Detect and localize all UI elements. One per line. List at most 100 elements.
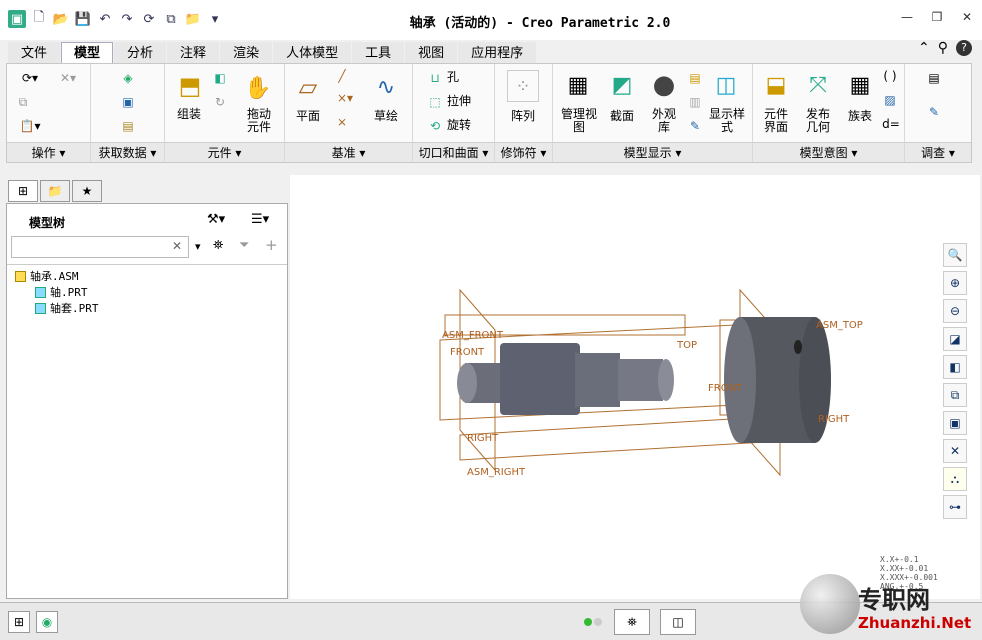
appearance-icon[interactable]: ●: [649, 70, 679, 100]
spin-center-icon[interactable]: ⊶: [943, 495, 967, 519]
coordinate-system-icon[interactable]: ⨯: [333, 114, 351, 130]
annotation-display-icon[interactable]: ⛬: [943, 467, 967, 491]
perspective-icon[interactable]: ✎: [687, 118, 703, 134]
shrinkwrap-icon[interactable]: ▣: [119, 94, 137, 110]
regenerate-icon[interactable]: ⟳: [140, 10, 158, 28]
display-style-button[interactable]: 显示样 式: [707, 108, 747, 134]
tree-item-assembly[interactable]: 轴承.ASM: [15, 268, 79, 284]
folder-browser-tab-icon[interactable]: 📁: [40, 180, 70, 202]
plane-icon[interactable]: ▱: [293, 72, 323, 102]
help-icon[interactable]: ?: [956, 40, 972, 56]
pattern-icon[interactable]: ⁘: [507, 70, 539, 102]
model-player-icon[interactable]: ✎: [925, 104, 943, 120]
copy-geometry-icon[interactable]: ◈: [119, 70, 137, 86]
group-label-cuts-surfaces[interactable]: 切口和曲面 ▾: [413, 142, 494, 162]
refit-icon[interactable]: 🔍: [943, 243, 967, 267]
tab-render[interactable]: 渲染: [220, 42, 273, 64]
search-icon[interactable]: ⚲: [938, 40, 948, 56]
redo-icon[interactable]: ↷: [118, 10, 136, 28]
extrude-button[interactable]: 拉伸: [447, 95, 471, 108]
sketch-icon[interactable]: ∿: [371, 72, 401, 102]
close-icon[interactable]: ✕: [960, 10, 974, 24]
repaint-icon[interactable]: ◪: [943, 327, 967, 351]
hole-button[interactable]: 孔: [447, 71, 459, 84]
parameters-icon[interactable]: ( ): [881, 68, 899, 84]
undo-icon[interactable]: ↶: [96, 10, 114, 28]
merge-icon[interactable]: ▤: [119, 118, 137, 134]
tab-file[interactable]: 文件: [8, 42, 61, 64]
tab-annotate[interactable]: 注释: [167, 42, 220, 64]
regenerate-icon[interactable]: ⟳▾: [15, 70, 45, 86]
browser-toggle-icon[interactable]: ◉: [36, 611, 58, 633]
d-equals-button[interactable]: d=: [881, 118, 901, 131]
display-style-icon[interactable]: ◧: [943, 355, 967, 379]
datum-display-icon[interactable]: ✕: [943, 439, 967, 463]
appearance-gallery-button[interactable]: 外观 库: [645, 108, 683, 134]
axis-icon[interactable]: ╱: [333, 68, 351, 84]
model-tree-tab-icon[interactable]: ⊞: [8, 180, 38, 202]
group-label-operations[interactable]: 操作 ▾: [7, 142, 90, 162]
add-icon[interactable]: +: [265, 236, 278, 254]
drag-component-button[interactable]: 拖动 元件: [239, 108, 279, 134]
zoom-in-icon[interactable]: ⊕: [943, 271, 967, 295]
manage-views-icon[interactable]: ▦: [563, 70, 593, 100]
drag-icon[interactable]: ✋: [243, 72, 273, 104]
saved-orientations-icon[interactable]: ⧉: [943, 383, 967, 407]
copy-icon[interactable]: ⧉: [15, 94, 31, 110]
minimize-icon[interactable]: —: [900, 10, 914, 24]
sketch-button[interactable]: 草绘: [367, 110, 405, 123]
family-table-icon[interactable]: ▦: [845, 70, 875, 100]
relations-icon[interactable]: ▨: [881, 92, 899, 108]
publish-geometry-button[interactable]: 发布 几何: [799, 108, 837, 134]
group-label-model-intent[interactable]: 模型意图 ▾: [753, 142, 904, 162]
revolve-icon[interactable]: ⟲: [427, 118, 443, 134]
save-icon[interactable]: 💾: [74, 10, 92, 28]
create-component-icon[interactable]: ◧: [211, 70, 229, 86]
group-label-modifiers[interactable]: 修饰符 ▾: [495, 142, 552, 162]
pattern-button[interactable]: 阵列: [501, 110, 545, 123]
find-binoculars-icon[interactable]: ⛯: [213, 238, 223, 253]
group-label-model-display[interactable]: 模型显示 ▾: [553, 142, 752, 162]
graphics-window[interactable]: ASM_FRONT FRONT TOP ASM_TOP RIGHT ASM_RI…: [290, 175, 980, 599]
delete-icon[interactable]: ✕▾: [53, 70, 83, 86]
group-label-get-data[interactable]: 获取数据 ▾: [91, 142, 164, 162]
open-icon[interactable]: 📂: [52, 10, 70, 28]
section-icon[interactable]: ◩: [607, 70, 637, 100]
section-button[interactable]: 截面: [605, 110, 639, 123]
manage-views-button[interactable]: 管理视 图: [557, 108, 601, 134]
view-icon[interactable]: ▤: [687, 70, 703, 86]
new-icon[interactable]: 🗋: [30, 10, 48, 28]
hole-icon[interactable]: ⊔: [427, 70, 443, 86]
show-icon[interactable]: ☰▾: [251, 212, 269, 227]
paste-icon[interactable]: 📋▾: [15, 118, 45, 134]
assemble-button[interactable]: 组装: [169, 108, 209, 121]
windows-icon[interactable]: ⧉: [162, 10, 180, 28]
point-icon[interactable]: ×▾: [333, 90, 357, 106]
tab-analysis[interactable]: 分析: [114, 42, 167, 64]
reference-viewer-icon[interactable]: ▤: [925, 70, 943, 86]
display-style-icon[interactable]: ◫: [711, 70, 741, 100]
revolve-button[interactable]: 旋转: [447, 119, 471, 132]
group-label-datum[interactable]: 基准 ▾: [285, 142, 412, 162]
assemble-icon[interactable]: ⬒: [173, 70, 207, 102]
tab-applications[interactable]: 应用程序: [458, 42, 537, 64]
favorites-tab-icon[interactable]: ★: [72, 180, 102, 202]
tab-view[interactable]: 视图: [405, 42, 458, 64]
group-label-investigate[interactable]: 调查 ▾: [905, 142, 971, 162]
navigator-toggle-icon[interactable]: ⊞: [8, 611, 30, 633]
restore-icon[interactable]: ❐: [930, 10, 944, 24]
repeat-icon[interactable]: ↻: [211, 94, 229, 110]
tab-tools[interactable]: 工具: [352, 42, 405, 64]
customize-qat-icon[interactable]: ▾: [206, 10, 224, 28]
close-window-icon[interactable]: 📁: [184, 10, 202, 28]
find-icon[interactable]: ⛯: [614, 609, 650, 635]
component-interface-button[interactable]: 元件 界面: [757, 108, 795, 134]
plane-button[interactable]: 平面: [291, 110, 325, 123]
component-interface-icon[interactable]: ⬓: [761, 70, 791, 100]
scene-icon[interactable]: ▥: [687, 94, 703, 110]
tree-item-shaft[interactable]: 轴.PRT: [35, 284, 88, 300]
selection-filter-icon[interactable]: ◫: [660, 609, 696, 635]
tree-item-bushing[interactable]: 轴套.PRT: [35, 300, 99, 316]
publish-geometry-icon[interactable]: ⤧: [803, 70, 833, 100]
tab-model[interactable]: 模型: [61, 42, 114, 64]
